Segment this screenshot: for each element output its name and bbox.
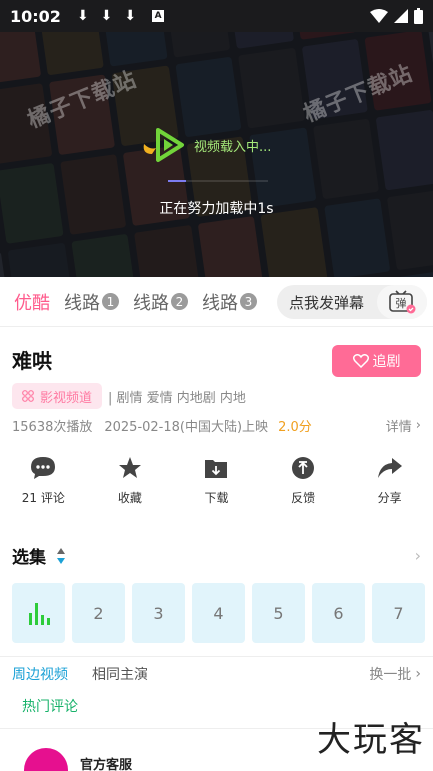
svg-text:弹: 弹 xyxy=(396,296,407,310)
tab-line-1[interactable]: 线路 1 xyxy=(64,289,119,315)
wifi-icon xyxy=(370,9,388,23)
play-logo-icon xyxy=(143,128,184,162)
chevron-right-icon: › xyxy=(415,666,421,682)
episode-title: 选集 xyxy=(12,548,46,568)
episode-item[interactable]: 2 xyxy=(72,583,125,643)
share-button[interactable]: 分享 xyxy=(346,455,433,515)
video-player[interactable]: 橘子下载站 橘子下载站 视频载入中... 正在努力加载中1s xyxy=(0,32,433,277)
chevron-right-icon: › xyxy=(415,418,421,433)
share-icon xyxy=(377,455,403,481)
avatar xyxy=(24,748,68,771)
loading-progress xyxy=(168,180,268,182)
corner-watermark: 大玩客 xyxy=(317,720,425,760)
refresh-link[interactable]: 换一批 › xyxy=(369,664,421,684)
feedback-icon xyxy=(291,455,315,481)
download-notification-icon: ⬇ xyxy=(100,8,113,24)
divider xyxy=(0,656,433,657)
related-tabs: 周边视频 相同主演 换一批 › xyxy=(12,664,421,684)
episode-header: 选集 › xyxy=(12,543,421,568)
score: 2.0分 xyxy=(278,420,312,435)
page: 10:02 ⬇ ⬇ ⬇ A 橘子下载站 橘子下载站 视频载入中... 正在努力加… xyxy=(0,0,433,771)
tab-nearby-videos[interactable]: 周边视频 xyxy=(12,664,68,684)
danmu-toggle-icon[interactable]: 弹 xyxy=(377,285,427,319)
action-row: 21 评论 收藏 下载 反馈 分享 xyxy=(0,455,433,515)
star-icon xyxy=(118,455,142,481)
episode-item-playing[interactable] xyxy=(12,583,65,643)
heart-icon xyxy=(352,354,369,368)
download-notification-icon: ⬇ xyxy=(124,8,137,24)
release-date: 2025-02-18(中国大陆)上映 xyxy=(104,420,269,435)
tags-row: 影视频道 | 剧情 爱情 内地剧 内地 xyxy=(12,383,246,409)
status-bar: 10:02 ⬇ ⬇ ⬇ A xyxy=(0,0,433,32)
source-tabs: 优酷 线路 1 线路 2 线路 3 点我发弹幕 弹 xyxy=(0,277,433,327)
danmu-input-button[interactable]: 点我发弹幕 弹 xyxy=(277,285,427,319)
play-count: 15638次播放 xyxy=(12,420,93,435)
loading-status: 正在努力加载中1s xyxy=(159,201,274,217)
episode-item[interactable]: 5 xyxy=(252,583,305,643)
status-time: 10:02 xyxy=(10,6,61,26)
meta-row: 15638次播放 2025-02-18(中国大陆)上映 2.0分 详情 › xyxy=(12,416,421,435)
hot-comments-heading: 热门评论 xyxy=(22,699,78,715)
episode-item[interactable]: 4 xyxy=(192,583,245,643)
line-number-badge: 2 xyxy=(171,293,188,310)
loading-label: 视频载入中... xyxy=(194,139,272,155)
episode-item[interactable]: 7 xyxy=(372,583,425,643)
genre-list: | 剧情 爱情 内地剧 内地 xyxy=(108,390,246,406)
line-number-badge: 1 xyxy=(102,293,119,310)
follow-button[interactable]: 追剧 xyxy=(332,345,421,377)
tab-line-3[interactable]: 线路 3 xyxy=(202,289,257,315)
app-notification-icon: A xyxy=(152,10,165,22)
tab-same-cast[interactable]: 相同主演 xyxy=(92,664,148,684)
channel-chip[interactable]: 影视频道 xyxy=(12,383,103,409)
follow-label: 追剧 xyxy=(372,354,401,370)
sort-icon[interactable] xyxy=(56,547,66,565)
battery-icon xyxy=(414,8,423,24)
episode-list: 2 3 4 5 6 7 xyxy=(12,583,433,643)
tab-line-2[interactable]: 线路 2 xyxy=(133,289,188,315)
download-notification-icon: ⬇ xyxy=(76,8,89,24)
favorite-button[interactable]: 收藏 xyxy=(87,455,174,515)
episode-item[interactable]: 6 xyxy=(312,583,365,643)
chevron-right-icon[interactable]: › xyxy=(415,546,421,565)
show-title: 难哄 xyxy=(12,349,52,373)
playing-bars-icon xyxy=(28,603,50,625)
tab-youku[interactable]: 优酷 xyxy=(14,289,50,315)
episode-item[interactable]: 3 xyxy=(132,583,185,643)
feedback-button[interactable]: 反馈 xyxy=(260,455,347,515)
customer-service-name: 官方客服 xyxy=(80,757,133,771)
signal-icon xyxy=(394,9,408,23)
detail-link[interactable]: 详情 › xyxy=(386,416,421,435)
comment-button[interactable]: 21 评论 xyxy=(0,455,87,515)
download-icon xyxy=(204,455,228,481)
loading-logo: 视频载入中... xyxy=(140,124,271,166)
grid-icon xyxy=(22,390,34,402)
comment-icon xyxy=(30,455,56,481)
danmu-label: 点我发弹幕 xyxy=(289,293,365,312)
line-number-badge: 3 xyxy=(240,293,257,310)
customer-service-entry[interactable]: 官方客服 xyxy=(24,748,132,771)
download-button[interactable]: 下载 xyxy=(173,455,260,515)
